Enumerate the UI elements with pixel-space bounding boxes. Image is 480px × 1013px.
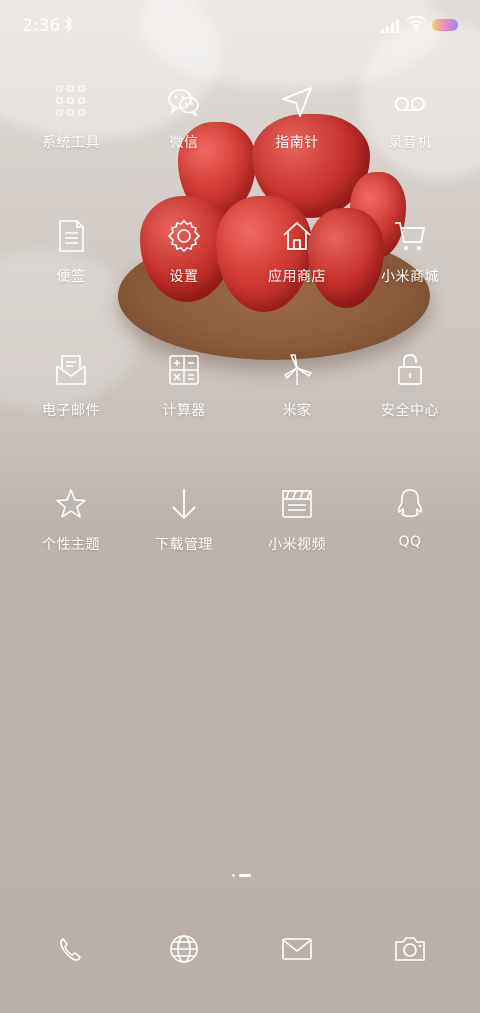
windmill-icon: [284, 354, 312, 385]
app-wechat[interactable]: 微信: [129, 84, 239, 152]
wifi-icon: [406, 15, 426, 35]
calculator-icon: [169, 355, 199, 385]
app-label: 设置: [169, 269, 199, 285]
dock: [0, 928, 480, 972]
app-label: 便签: [56, 269, 86, 285]
app-label: 指南针: [275, 135, 319, 151]
page-dot: [232, 874, 235, 877]
page-indicator[interactable]: [232, 874, 251, 877]
app-label: 录音机: [388, 135, 432, 151]
app-label: 系统工具: [42, 135, 100, 151]
app-notes[interactable]: 便签: [16, 218, 126, 286]
dock-browser[interactable]: [162, 928, 206, 972]
app-store[interactable]: 应用商店: [242, 218, 352, 286]
recorder-icon: [395, 97, 425, 111]
bluetooth-icon: [64, 15, 74, 36]
app-qq[interactable]: QQ: [355, 486, 465, 550]
star-icon: [56, 489, 86, 518]
phone-icon: [60, 938, 81, 961]
app-label: 电子邮件: [42, 403, 100, 419]
app-label: 计算器: [162, 403, 206, 419]
app-mi-video[interactable]: 小米视频: [242, 486, 352, 554]
qq-penguin-icon: [397, 489, 423, 518]
app-recorder[interactable]: 录音机: [355, 84, 465, 152]
status-bar: 2:36: [0, 0, 480, 52]
app-label: 个性主题: [42, 537, 100, 553]
mail-open-icon: [56, 355, 86, 385]
dock-phone[interactable]: [48, 928, 92, 972]
app-mi-mall[interactable]: 小米商城: [355, 218, 465, 286]
app-email[interactable]: 电子邮件: [16, 352, 126, 420]
status-time: 2:36: [22, 16, 61, 36]
lock-icon: [398, 354, 422, 385]
clapperboard-icon: [282, 490, 312, 518]
app-system-tools[interactable]: 系统工具: [16, 84, 126, 152]
app-settings[interactable]: 设置: [129, 218, 239, 286]
app-mijia[interactable]: 米家: [242, 352, 352, 420]
app-security[interactable]: 安全中心: [355, 352, 465, 420]
download-arrow-icon: [172, 489, 196, 519]
globe-icon: [170, 935, 198, 963]
folder-grid-icon: [56, 85, 85, 116]
page-dot-active: [239, 874, 251, 877]
store-home-icon: [283, 222, 311, 250]
app-compass[interactable]: 指南针: [242, 84, 352, 152]
app-label: 小米商城: [381, 269, 439, 285]
app-label: 小米视频: [268, 537, 326, 553]
dock-mail[interactable]: [275, 928, 319, 972]
app-label: 应用商店: [268, 269, 326, 285]
camera-icon: [395, 937, 425, 961]
app-label: 下载管理: [155, 537, 213, 553]
cart-icon: [395, 222, 425, 250]
app-label: QQ: [398, 534, 422, 550]
signal-icon: [381, 19, 403, 33]
mail-icon: [282, 938, 312, 960]
app-label: 微信: [169, 135, 199, 151]
note-icon: [59, 220, 84, 252]
app-label: 米家: [282, 403, 312, 419]
battery-icon: [432, 19, 458, 31]
dock-camera[interactable]: [388, 928, 432, 972]
app-downloads[interactable]: 下载管理: [129, 486, 239, 554]
compass-arrow-icon: [282, 87, 312, 117]
app-calculator[interactable]: 计算器: [129, 352, 239, 420]
wechat-icon: [168, 89, 199, 118]
app-themes[interactable]: 个性主题: [16, 486, 126, 554]
gear-icon: [167, 219, 201, 253]
app-label: 安全中心: [381, 403, 439, 419]
